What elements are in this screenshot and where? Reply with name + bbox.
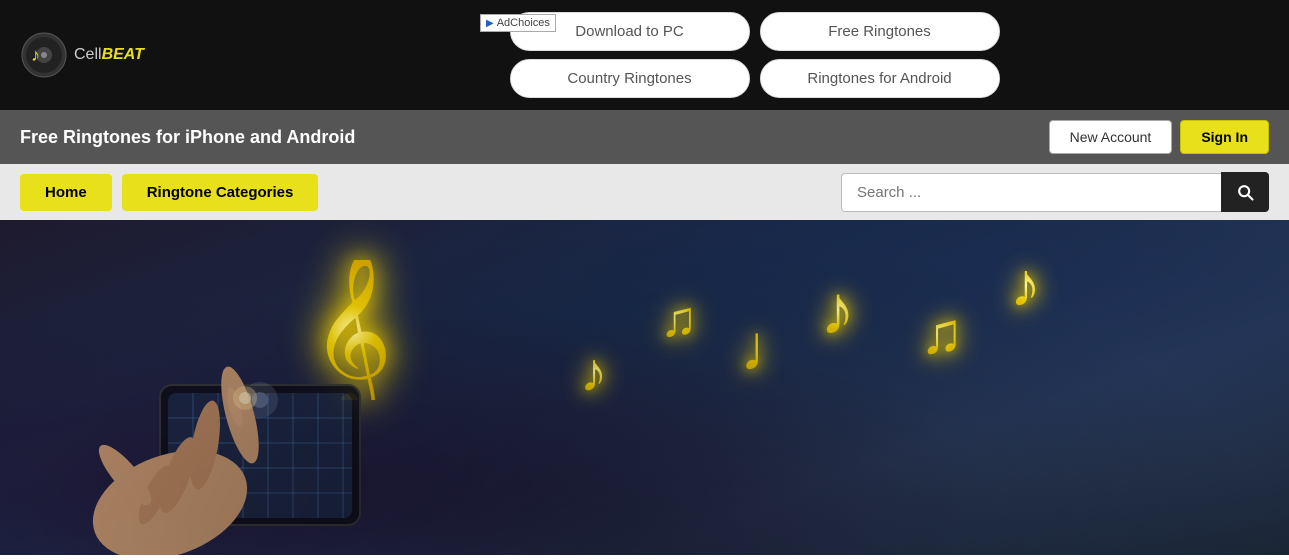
search-icon bbox=[1235, 182, 1255, 202]
ringtones-for-android-button[interactable]: Ringtones for Android bbox=[760, 59, 1000, 98]
music-note-6: ♪ bbox=[1010, 250, 1041, 321]
nav-search-bar: Home Ringtone Categories bbox=[0, 164, 1289, 220]
top-nav-row-1: Download to PC Free Ringtones bbox=[510, 12, 1000, 51]
ad-choices-badge[interactable]: ▶ AdChoices bbox=[480, 14, 556, 32]
top-nav-buttons: Download to PC Free Ringtones Country Ri… bbox=[240, 12, 1269, 98]
search-button[interactable] bbox=[1221, 172, 1269, 212]
country-ringtones-button[interactable]: Country Ringtones bbox=[510, 59, 750, 98]
music-note-4: ♪ bbox=[820, 270, 855, 350]
music-note-3: ♩ bbox=[740, 310, 805, 385]
gray-bar: Free Ringtones for iPhone and Android Ne… bbox=[0, 110, 1289, 164]
ad-choices-label: AdChoices bbox=[497, 17, 550, 29]
site-tagline: Free Ringtones for iPhone and Android bbox=[20, 127, 355, 148]
sign-in-button[interactable]: Sign In bbox=[1180, 120, 1269, 154]
logo[interactable]: ♪ CellBEAT bbox=[20, 31, 240, 79]
hand-phone-illustration bbox=[50, 245, 400, 555]
ringtone-categories-button[interactable]: Ringtone Categories bbox=[122, 174, 319, 211]
ad-choices-icon: ▶ bbox=[486, 18, 494, 29]
svg-text:♪: ♪ bbox=[31, 45, 40, 65]
free-ringtones-button[interactable]: Free Ringtones bbox=[760, 12, 1000, 51]
search-area bbox=[841, 172, 1269, 212]
music-note-5: ♫ bbox=[920, 300, 964, 367]
top-nav-row-2: Country Ringtones Ringtones for Android bbox=[510, 59, 1000, 98]
music-note-2: ♫ bbox=[660, 290, 698, 348]
new-account-button[interactable]: New Account bbox=[1049, 120, 1173, 154]
search-input[interactable] bbox=[841, 173, 1221, 212]
music-note-1: ♪ bbox=[580, 340, 608, 404]
logo-icon: ♪ bbox=[20, 31, 68, 79]
logo-cell-text: Cell bbox=[74, 46, 102, 63]
home-button[interactable]: Home bbox=[20, 174, 112, 211]
account-actions: New Account Sign In bbox=[1049, 120, 1269, 154]
logo-beat-text: BEAT bbox=[102, 46, 144, 63]
hero-section: 𝄞 ♪ ♫ ♩ ♪ ♫ ♪ bbox=[0, 220, 1289, 555]
